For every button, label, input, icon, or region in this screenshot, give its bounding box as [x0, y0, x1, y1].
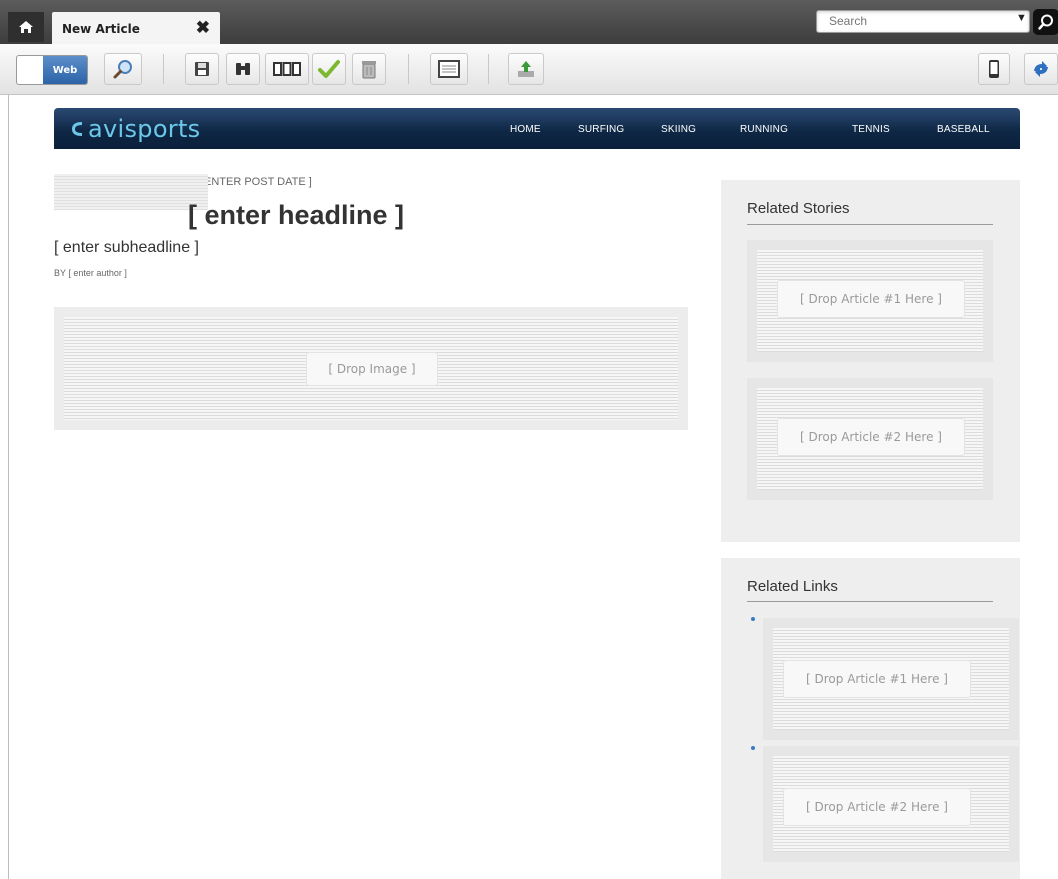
mobile-icon — [989, 60, 999, 78]
site-header: avisports HOME SURFING SKIING RUNNING TE… — [54, 108, 1020, 149]
close-icon[interactable]: ✖ — [196, 18, 210, 38]
magnifier-icon — [113, 60, 132, 79]
tab-new-article[interactable]: New Article ✖ — [52, 12, 220, 44]
nav-tennis[interactable]: TENNIS — [852, 124, 890, 135]
author-field[interactable]: BY [ enter author ] — [54, 268, 127, 278]
nav-skiing[interactable]: SKIING — [661, 124, 696, 135]
toolbar-divider — [488, 54, 489, 84]
logo-text: avisports — [88, 115, 201, 143]
related-story-slot-1[interactable]: [ Drop Article #1 Here ] — [747, 240, 993, 362]
related-links-title: Related Links — [747, 578, 838, 595]
find-button[interactable] — [226, 53, 260, 85]
save-icon — [195, 62, 209, 76]
related-story-slot-2[interactable]: [ Drop Article #2 Here ] — [747, 378, 993, 500]
panel-divider — [747, 224, 993, 225]
headline-field[interactable]: [ enter headline ] — [188, 200, 404, 231]
layout-button[interactable] — [430, 53, 468, 85]
sync-icon — [1034, 61, 1048, 77]
related-link-slot-1[interactable]: [ Drop Article #1 Here ] — [763, 618, 1019, 740]
drop-article-2-label: [ Drop Article #2 Here ] — [777, 418, 965, 456]
delete-button[interactable] — [352, 53, 386, 85]
logo-swirl-icon — [72, 122, 82, 136]
trash-icon — [362, 61, 376, 79]
checkmark-icon — [318, 60, 340, 78]
search-button[interactable] — [1033, 9, 1058, 35]
toolbar-divider — [408, 54, 409, 84]
preview-button[interactable] — [104, 53, 142, 85]
web-mode-label: Web — [43, 56, 87, 84]
nav-surfing[interactable]: SURFING — [578, 124, 624, 135]
search-icon — [1038, 14, 1053, 30]
web-mode-toggle[interactable]: Web — [16, 55, 88, 85]
list-bullet — [751, 746, 755, 750]
save-button[interactable] — [185, 53, 219, 85]
publish-button[interactable] — [508, 53, 544, 85]
drop-article-1-label: [ Drop Article #1 Here ] — [777, 280, 965, 318]
site-logo[interactable]: avisports — [70, 115, 200, 143]
binoculars-icon — [236, 63, 250, 75]
nav-home[interactable]: HOME — [510, 124, 541, 135]
list-bullet — [751, 617, 755, 621]
search-dropdown-icon[interactable]: ▼ — [1016, 12, 1027, 24]
search-input[interactable] — [817, 11, 997, 31]
refresh-button[interactable] — [1024, 53, 1058, 85]
related-stories-panel: Related Stories [ Drop Article #1 Here ]… — [721, 180, 1020, 542]
drop-image-label: [ Drop Image ] — [306, 352, 438, 386]
tab-label: New Article — [62, 22, 140, 36]
approve-button[interactable] — [312, 53, 346, 85]
page-frame-edge — [8, 95, 9, 879]
subheadline-field[interactable]: [ enter subheadline ] — [54, 239, 199, 257]
related-links-panel: Related Links [ Drop Article #1 Here ] [… — [721, 558, 1020, 879]
columns-icon — [273, 62, 301, 76]
toolbar-divider — [163, 54, 164, 84]
related-stories-title: Related Stories — [747, 200, 850, 217]
home-button[interactable] — [8, 12, 44, 42]
post-date-field[interactable]: ENTER POST DATE ] — [204, 176, 312, 188]
nav-baseball[interactable]: BASEBALL — [937, 124, 990, 135]
image-drop-zone[interactable]: [ Drop Image ] — [54, 307, 688, 430]
related-link-slot-2[interactable]: [ Drop Article #2 Here ] — [763, 746, 1019, 862]
editor-toolbar: Web — [0, 44, 1058, 95]
date-drop-placeholder — [54, 174, 208, 210]
frame-icon — [438, 60, 460, 78]
panel-divider — [747, 601, 993, 602]
mobile-preview-button[interactable] — [978, 53, 1010, 85]
compare-button[interactable] — [265, 53, 309, 85]
home-icon — [19, 21, 33, 33]
search-box — [816, 10, 1030, 33]
nav-running[interactable]: RUNNING — [740, 124, 788, 135]
upload-icon — [518, 61, 534, 77]
tab-bar: New Article ✖ ▼ — [0, 0, 1058, 44]
drop-article-2-label: [ Drop Article #2 Here ] — [783, 788, 971, 826]
drop-article-1-label: [ Drop Article #1 Here ] — [783, 660, 971, 698]
